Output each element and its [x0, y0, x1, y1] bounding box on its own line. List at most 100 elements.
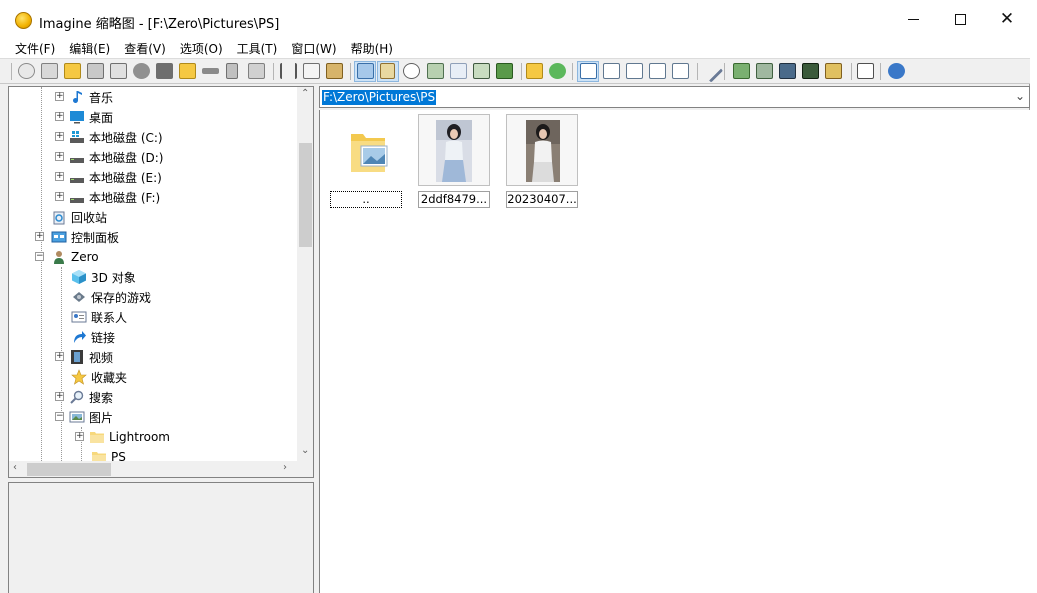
report-icon[interactable] [672, 63, 689, 79]
tree-item-saved-games[interactable]: 保存的游戏 [71, 287, 151, 307]
thumb-grid-icon[interactable] [450, 63, 467, 79]
collapse-toggle[interactable]: − [55, 412, 64, 421]
batch-settings-icon[interactable] [756, 63, 773, 79]
filmstrip-icon[interactable] [380, 63, 395, 79]
tree-item-3d-objects[interactable]: 3D 对象 [71, 267, 136, 287]
menu-options[interactable]: 选项(O) [173, 40, 230, 57]
tree-item-favorites[interactable]: 收藏夹 [71, 367, 127, 387]
toolbar-separator [572, 63, 573, 80]
close-button[interactable]: ✕ [984, 0, 1030, 38]
batch-convert-icon[interactable] [733, 63, 750, 79]
tree-item-lightroom[interactable]: + Lightroom [75, 427, 170, 447]
tree-item-drive-c[interactable]: + 本地磁盘 (C:) [55, 127, 163, 147]
folder-star-icon[interactable] [179, 63, 196, 79]
menu-file[interactable]: 文件(F) [8, 40, 62, 57]
wrench-icon[interactable] [699, 59, 724, 83]
tree-item-control-panel[interactable]: + 控制面板 [35, 227, 119, 247]
tree-item-desktop[interactable]: + 桌面 [55, 107, 113, 127]
minimize-button[interactable] [890, 0, 936, 38]
tree-item-drive-e[interactable]: + 本地磁盘 (E:) [55, 167, 162, 187]
rename-icon[interactable] [202, 68, 219, 74]
print-icon[interactable] [110, 63, 127, 79]
tree-item-contacts[interactable]: 联系人 [71, 307, 127, 327]
tree-item-recycle-bin[interactable]: 回收站 [51, 207, 107, 227]
expand-toggle[interactable]: + [55, 112, 64, 121]
menu-help[interactable]: 帮助(H) [344, 40, 400, 57]
details-icon[interactable] [649, 63, 666, 79]
scroll-thumb[interactable] [299, 143, 312, 247]
menu-view[interactable]: 查看(V) [117, 40, 173, 57]
expand-toggle[interactable]: + [75, 432, 84, 441]
expand-toggle[interactable]: + [55, 392, 64, 401]
tree-item-user-zero[interactable]: − Zero [35, 247, 99, 267]
scroll-up-icon[interactable]: ⌃ [301, 88, 309, 99]
slideshow-icon[interactable] [779, 63, 796, 79]
thumbnail-view-icon[interactable] [357, 63, 374, 79]
expand-toggle[interactable]: + [55, 352, 64, 361]
scroll-left-icon[interactable]: ‹ [13, 462, 17, 473]
info-icon[interactable] [133, 63, 150, 79]
properties-icon[interactable] [248, 63, 265, 79]
tree-item-searches[interactable]: + 搜索 [55, 387, 113, 407]
tree-item-videos[interactable]: + 视频 [55, 347, 113, 367]
expand-toggle[interactable]: + [35, 232, 44, 241]
tree-vertical-scrollbar[interactable]: ⌃ ⌄ [297, 87, 313, 461]
tree-item-pictures[interactable]: − 图片 [55, 407, 113, 427]
help-icon[interactable] [888, 63, 905, 79]
refresh-icon[interactable] [549, 63, 566, 79]
tree-item-label: 链接 [91, 330, 116, 345]
edit-icon[interactable] [825, 63, 842, 79]
tree-item-links[interactable]: 链接 [71, 327, 115, 347]
expand-toggle[interactable]: + [55, 92, 64, 101]
browse-icon[interactable] [41, 63, 58, 79]
save-icon[interactable] [87, 63, 104, 79]
chevron-down-icon[interactable]: ⌄ [1015, 89, 1025, 103]
trash-icon[interactable] [226, 63, 238, 79]
open-folder-icon[interactable] [64, 63, 81, 79]
tree-item-music[interactable]: + 音乐 [55, 87, 113, 107]
expand-toggle[interactable]: + [55, 132, 64, 141]
collapse-toggle[interactable]: − [35, 252, 44, 261]
expand-toggle[interactable]: + [55, 172, 64, 181]
list-icon[interactable] [626, 63, 643, 79]
pictures-icon [69, 411, 85, 423]
minimize-icon [907, 18, 919, 20]
address-bar[interactable]: F:\Zero\Pictures\PS ⌄ [319, 86, 1030, 108]
scroll-thumb[interactable] [27, 463, 111, 476]
film-icon[interactable] [802, 63, 819, 79]
toolbar-separator [273, 63, 274, 80]
tree-item-drive-f[interactable]: + 本地磁盘 (F:) [55, 187, 160, 207]
scroll-down-icon[interactable]: ⌄ [301, 445, 309, 456]
thumb-small-icon[interactable] [427, 63, 444, 79]
menu-tools[interactable]: 工具(T) [230, 40, 285, 57]
cut-icon[interactable] [280, 63, 297, 79]
system-drive-icon [70, 131, 84, 143]
menu-window[interactable]: 窗口(W) [284, 40, 343, 57]
paste-icon[interactable] [326, 63, 343, 79]
tree-item-label: 保存的游戏 [91, 290, 152, 305]
thumbnail-area[interactable]: .. 2ddf8479... 20230407... [319, 110, 1030, 593]
camera-icon[interactable] [156, 63, 173, 79]
folder-tree[interactable]: + 音乐 + 桌面 + 本地磁盘 (C:) + 本地磁盘 (D:) + 本地磁盘… [8, 86, 314, 478]
address-path[interactable]: F:\Zero\Pictures\PS [322, 90, 437, 105]
thumb-frame-icon[interactable] [473, 63, 490, 79]
small-icons-icon[interactable] [603, 63, 620, 79]
tree-item-drive-d[interactable]: + 本地磁盘 (D:) [55, 147, 163, 167]
tree-horizontal-scrollbar[interactable]: ‹ › [9, 461, 297, 477]
preview-pane [8, 482, 314, 593]
clock-icon[interactable] [403, 63, 420, 79]
expand-toggle[interactable]: + [55, 192, 64, 201]
tree-item-label: 本地磁盘 (F:) [89, 190, 161, 205]
up-folder-icon[interactable] [526, 63, 543, 79]
maximize-button[interactable] [937, 0, 983, 38]
scroll-right-icon[interactable]: › [283, 462, 287, 473]
photo-image [436, 120, 472, 182]
view-icon[interactable] [18, 63, 35, 79]
menu-edit[interactable]: 编辑(E) [62, 40, 117, 57]
expand-toggle[interactable]: + [55, 152, 64, 161]
copy-icon[interactable] [303, 63, 320, 79]
large-icons-icon[interactable] [580, 63, 597, 79]
pencil-icon[interactable] [857, 63, 874, 79]
tree-item-label: 本地磁盘 (C:) [89, 130, 163, 145]
thumb-image-icon[interactable] [496, 63, 513, 79]
